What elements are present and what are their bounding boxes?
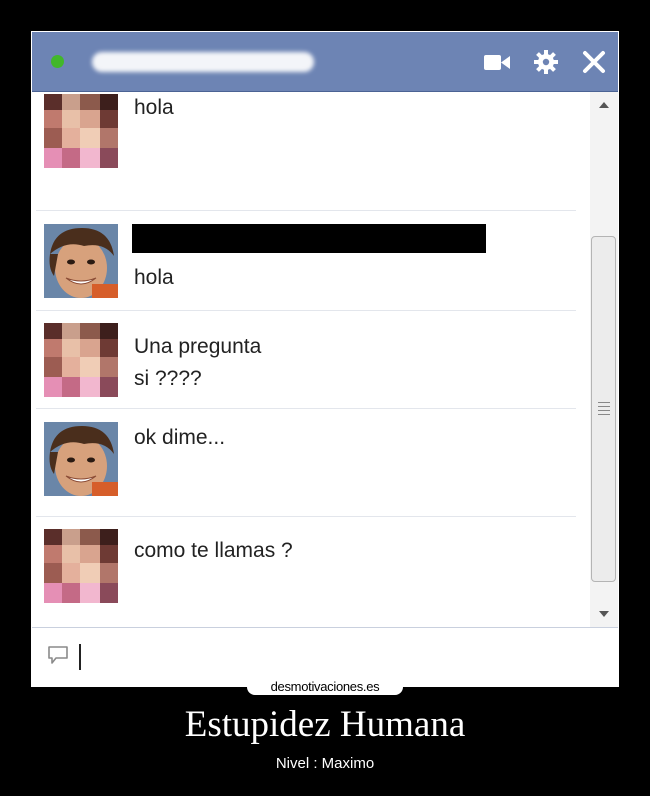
message-text: como te llamas ? — [134, 539, 293, 562]
pixelated-face-image — [44, 323, 118, 397]
boy-face-image — [44, 422, 118, 496]
avatar-pixelated[interactable] — [44, 529, 118, 603]
message-text: hola — [134, 96, 174, 119]
redaction-bar — [132, 224, 486, 253]
chat-window: hola hola Una pregunta si ???? ok dime..… — [31, 31, 619, 687]
message-text: Una pregunta si ???? — [134, 335, 262, 390]
message-list[interactable]: hola hola Una pregunta si ???? ok dime..… — [32, 92, 590, 627]
contact-name-obscured[interactable] — [92, 52, 314, 72]
message-input[interactable] — [76, 642, 600, 674]
avatar-boy[interactable] — [44, 422, 118, 496]
gear-icon[interactable] — [531, 47, 561, 77]
scroll-thumb[interactable] — [591, 236, 616, 582]
text-cursor — [79, 644, 81, 670]
grip-lines-icon — [598, 402, 610, 418]
chat-header[interactable] — [32, 32, 618, 92]
message-divider — [36, 516, 576, 517]
message-text: ok dime... — [134, 426, 226, 449]
avatar-pixelated[interactable] — [44, 94, 118, 168]
message-composer[interactable] — [32, 627, 618, 687]
scrollbar[interactable] — [590, 92, 618, 627]
boy-face-image — [44, 224, 118, 298]
pixelated-face-image — [44, 529, 118, 603]
scroll-down-arrow-icon[interactable] — [590, 601, 618, 627]
video-camera-icon[interactable] — [482, 47, 512, 77]
message-divider — [36, 408, 576, 409]
site-watermark: desmotivaciones.es — [247, 679, 403, 695]
message-divider — [36, 310, 576, 311]
close-icon[interactable] — [579, 47, 609, 77]
pixelated-face-image — [44, 94, 118, 168]
speech-bubble-icon — [48, 646, 68, 664]
avatar-boy[interactable] — [44, 224, 118, 298]
poster-title: Estupidez Humana — [184, 704, 466, 745]
avatar-pixelated[interactable] — [44, 323, 118, 397]
message-divider — [36, 210, 576, 211]
online-status-dot — [51, 55, 64, 68]
poster-subtitle: Nivel : Maximo — [275, 755, 375, 772]
scroll-up-arrow-icon[interactable] — [590, 92, 618, 118]
message-text: hola — [134, 266, 174, 289]
